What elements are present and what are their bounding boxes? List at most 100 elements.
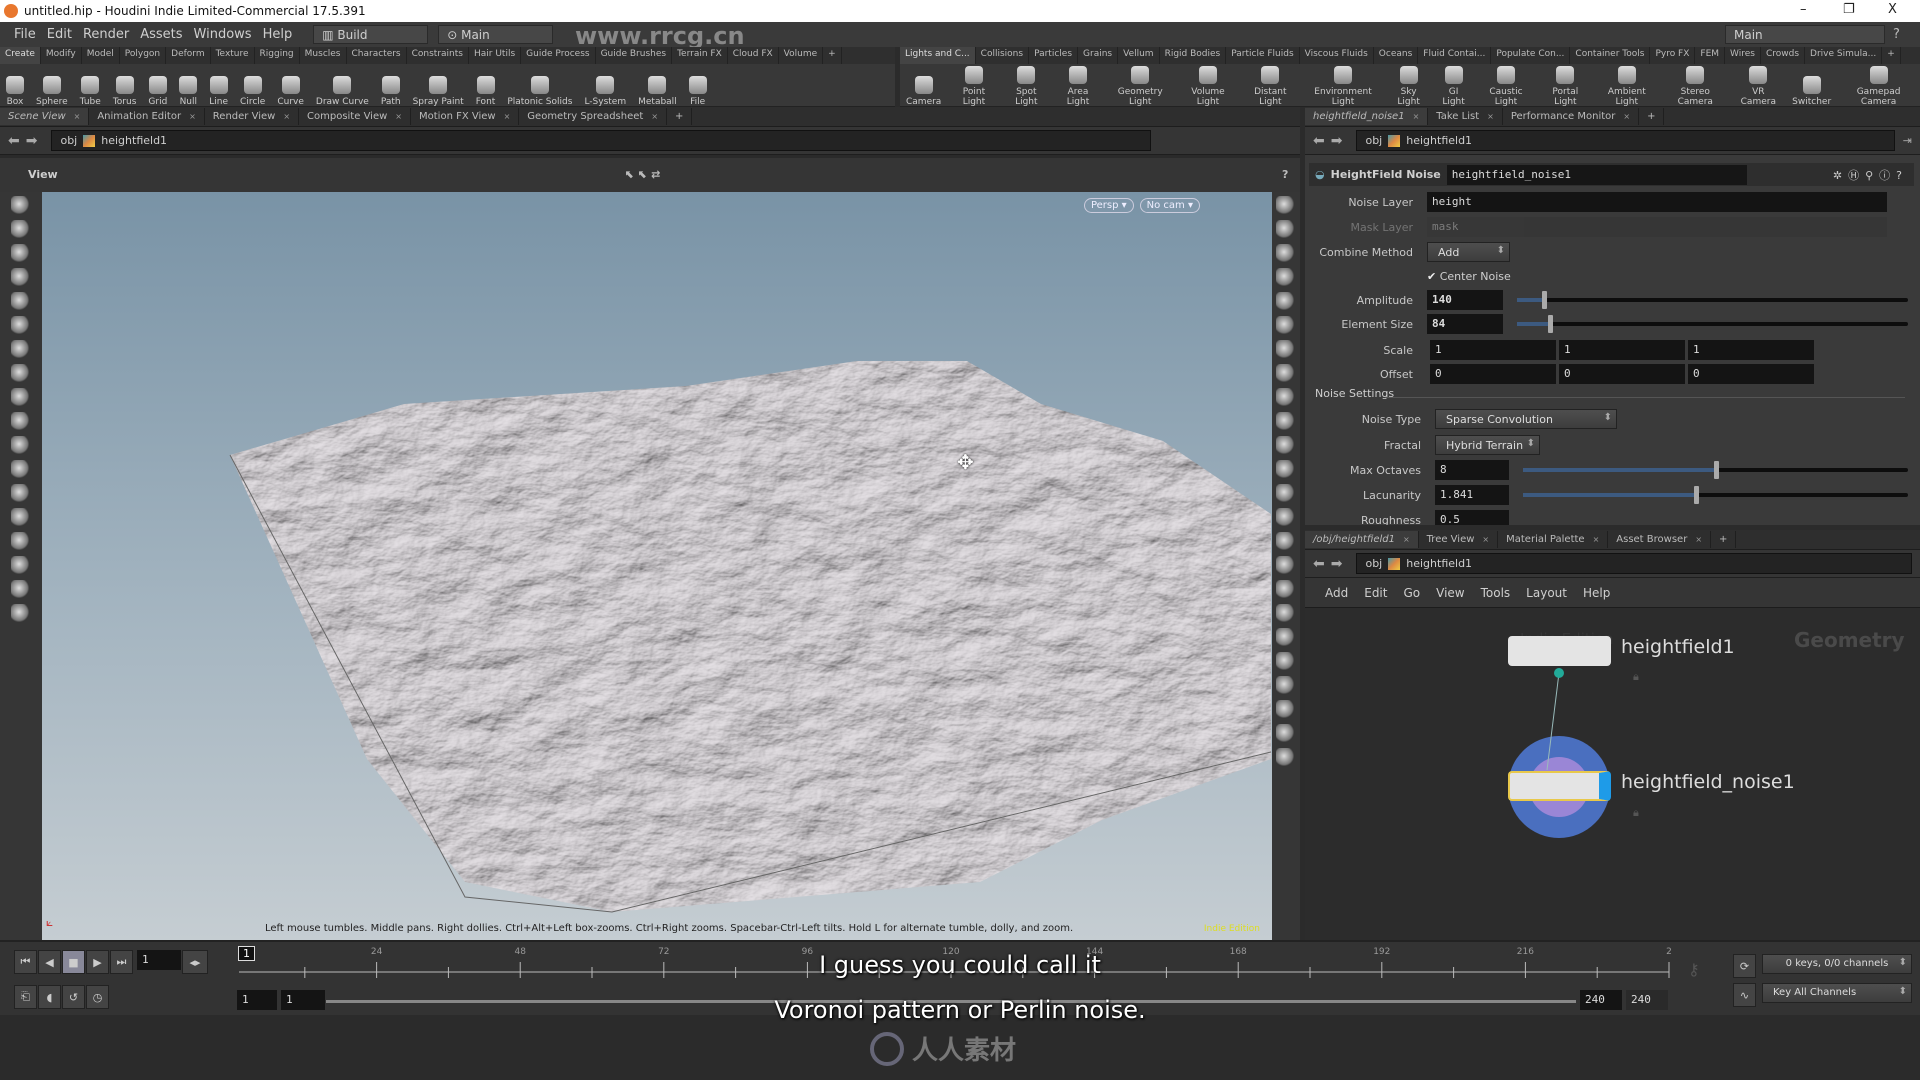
shelf-tab-constraints[interactable]: Constraints: [407, 47, 469, 64]
shelf-tool-line[interactable]: Line: [203, 76, 234, 107]
shelf-tool-portal-light[interactable]: Portal Light: [1537, 66, 1593, 107]
shelf-tab-particle-fluids[interactable]: Particle Fluids: [1226, 47, 1300, 64]
node-header-icons[interactable]: ✲Ⓗ⚲ⓘ?: [1833, 167, 1908, 183]
help-icon[interactable]: ?: [1282, 168, 1288, 181]
shelf-tool-gi-light[interactable]: GI Light: [1432, 66, 1474, 107]
menu-render[interactable]: Render: [83, 27, 129, 42]
shelf-tab-oceans[interactable]: Oceans: [1374, 47, 1419, 64]
display-option-icon[interactable]: [1276, 580, 1296, 600]
shelf-tool-ambient-light[interactable]: Ambient Light: [1593, 66, 1660, 107]
display-option-icon[interactable]: [1276, 484, 1296, 504]
display-option-icon[interactable]: [1276, 700, 1296, 720]
offset-x-field[interactable]: 0: [1430, 364, 1556, 384]
shelf-tool-null[interactable]: Null: [173, 76, 203, 107]
shelf-tool-gamepad-camera[interactable]: Gamepad Camera: [1837, 66, 1920, 107]
add-tab-button[interactable]: +: [667, 108, 693, 125]
shelf-tab-vellum[interactable]: Vellum: [1118, 47, 1160, 64]
shelf-tab-container-tools[interactable]: Container Tools: [1570, 47, 1651, 64]
tab-heightfield-noise1[interactable]: heightfield_noise1 ×: [1305, 108, 1429, 125]
shelf-tab-pyro-fx[interactable]: Pyro FX: [1650, 47, 1696, 64]
shelf-tab-deform[interactable]: Deform: [166, 47, 211, 64]
tab-animation-editor[interactable]: Animation Editor ×: [89, 108, 205, 125]
node-label-heightfield-noise1[interactable]: heightfield_noise1: [1621, 771, 1795, 793]
shelf-tab-characters[interactable]: Characters: [347, 47, 407, 64]
tab-render-view[interactable]: Render View ×: [205, 108, 300, 125]
menu-assets[interactable]: Assets: [140, 27, 182, 42]
display-option-icon[interactable]: [1276, 316, 1296, 336]
element-size-slider[interactable]: [1517, 315, 1908, 333]
3d-viewport[interactable]: Persp ▾ No cam ▾ ✥ ⟀ Left mouse tumbles.…: [42, 192, 1272, 940]
shelf-tab-rigid-bodies[interactable]: Rigid Bodies: [1160, 47, 1227, 64]
tool-icon[interactable]: [11, 220, 31, 240]
shelf-tool-metaball[interactable]: Metaball: [632, 76, 683, 107]
shelf-tab-lights-and-c[interactable]: Lights and C...: [900, 47, 976, 64]
forward-arrow-icon[interactable]: ➡: [1331, 133, 1343, 149]
tool-icon[interactable]: [11, 436, 31, 456]
menu-help[interactable]: Help: [263, 27, 293, 42]
shelf-tool-font[interactable]: Font: [470, 76, 502, 107]
shelf-tool-switcher[interactable]: Switcher: [1786, 76, 1837, 107]
lacunarity-slider[interactable]: [1523, 486, 1908, 504]
display-option-icon[interactable]: [1276, 268, 1296, 288]
shelf-tab-guide-process[interactable]: Guide Process: [521, 47, 596, 64]
offset-y-field[interactable]: 0: [1559, 364, 1685, 384]
shelf-tab-polygon[interactable]: Polygon: [120, 47, 167, 64]
close-tab-icon[interactable]: ×: [504, 112, 511, 121]
shelf-tool-path[interactable]: Path: [375, 76, 407, 107]
shelf-tab-hair-utils[interactable]: Hair Utils: [469, 47, 522, 64]
tool-icon[interactable]: [11, 388, 31, 408]
node-label-heightfield1[interactable]: heightfield1: [1621, 636, 1735, 658]
close-tab-icon[interactable]: ×: [189, 112, 196, 121]
scale-y-field[interactable]: 1: [1559, 340, 1685, 360]
display-option-icon[interactable]: [1276, 508, 1296, 528]
tool-icon[interactable]: [11, 340, 31, 360]
shelf-tool-sky-light[interactable]: Sky Light: [1385, 66, 1433, 107]
back-arrow-icon[interactable]: ⬅: [1313, 133, 1325, 149]
node-heightfield1[interactable]: [1508, 636, 1611, 666]
shelf-tool-torus[interactable]: Torus: [107, 76, 143, 107]
shelf-tool-tube[interactable]: Tube: [74, 76, 107, 107]
close-tab-icon[interactable]: ×: [1413, 112, 1420, 121]
shelf-tool-point-light[interactable]: Point Light: [947, 66, 1000, 107]
shelf-tab-guide-brushes[interactable]: Guide Brushes: [596, 47, 673, 64]
noise-layer-field[interactable]: height: [1427, 192, 1887, 212]
shelf-tab-muscles[interactable]: Muscles: [300, 47, 347, 64]
lacunarity-field[interactable]: 1.841: [1435, 485, 1509, 505]
shelf-tab-drive-simula[interactable]: Drive Simula...: [1805, 47, 1883, 64]
shelf-tab-crowds[interactable]: Crowds: [1761, 47, 1806, 64]
menu-file[interactable]: File: [14, 27, 36, 42]
display-option-icon[interactable]: [1276, 556, 1296, 576]
menu-windows[interactable]: Windows: [194, 27, 252, 42]
tab-motion-fx-view[interactable]: Motion FX View ×: [411, 108, 520, 125]
right-context-selector[interactable]: Main: [1725, 25, 1885, 44]
node-heightfield-noise1[interactable]: [1508, 771, 1611, 801]
view-menu[interactable]: View: [28, 168, 58, 181]
offset-z-field[interactable]: 0: [1688, 364, 1814, 384]
path-obj[interactable]: obj: [1365, 134, 1382, 147]
max-octaves-field[interactable]: 8: [1435, 460, 1509, 480]
output-connector[interactable]: [1554, 668, 1564, 678]
param-path[interactable]: obj heightfield1: [1356, 130, 1895, 151]
tool-icon[interactable]: [11, 604, 31, 624]
display-option-icon[interactable]: [1276, 436, 1296, 456]
fractal-select[interactable]: Hybrid Terrain: [1435, 435, 1540, 455]
shelf-tab-volume[interactable]: Volume: [779, 47, 824, 64]
tool-icon[interactable]: [11, 364, 31, 384]
tool-icon[interactable]: [11, 532, 31, 552]
tool-icon[interactable]: [11, 292, 31, 312]
noise-settings-heading[interactable]: Noise Settings: [1315, 387, 1394, 400]
shelf-tool-curve[interactable]: Curve: [271, 76, 310, 107]
close-tab-icon[interactable]: ×: [74, 112, 81, 121]
combine-method-select[interactable]: Add: [1427, 242, 1510, 262]
shelf-tab-model[interactable]: Model: [82, 47, 120, 64]
shelf-tab-create[interactable]: Create: [0, 47, 41, 64]
shelf-tool-file[interactable]: File: [683, 76, 713, 107]
context-selector[interactable]: ⊙ Main: [438, 25, 554, 44]
shelf-tab-fluid-contai[interactable]: Fluid Contai...: [1418, 47, 1492, 64]
shelf-tool-vr-camera[interactable]: VR Camera: [1730, 66, 1786, 107]
tool-icon[interactable]: [11, 556, 31, 576]
scene-path[interactable]: obj heightfield1: [51, 130, 1152, 151]
shelf-tool-geometry-light[interactable]: Geometry Light: [1104, 66, 1177, 107]
add-tab-button[interactable]: +: [1639, 108, 1665, 125]
path-heightfield1[interactable]: heightfield1: [1406, 134, 1472, 147]
